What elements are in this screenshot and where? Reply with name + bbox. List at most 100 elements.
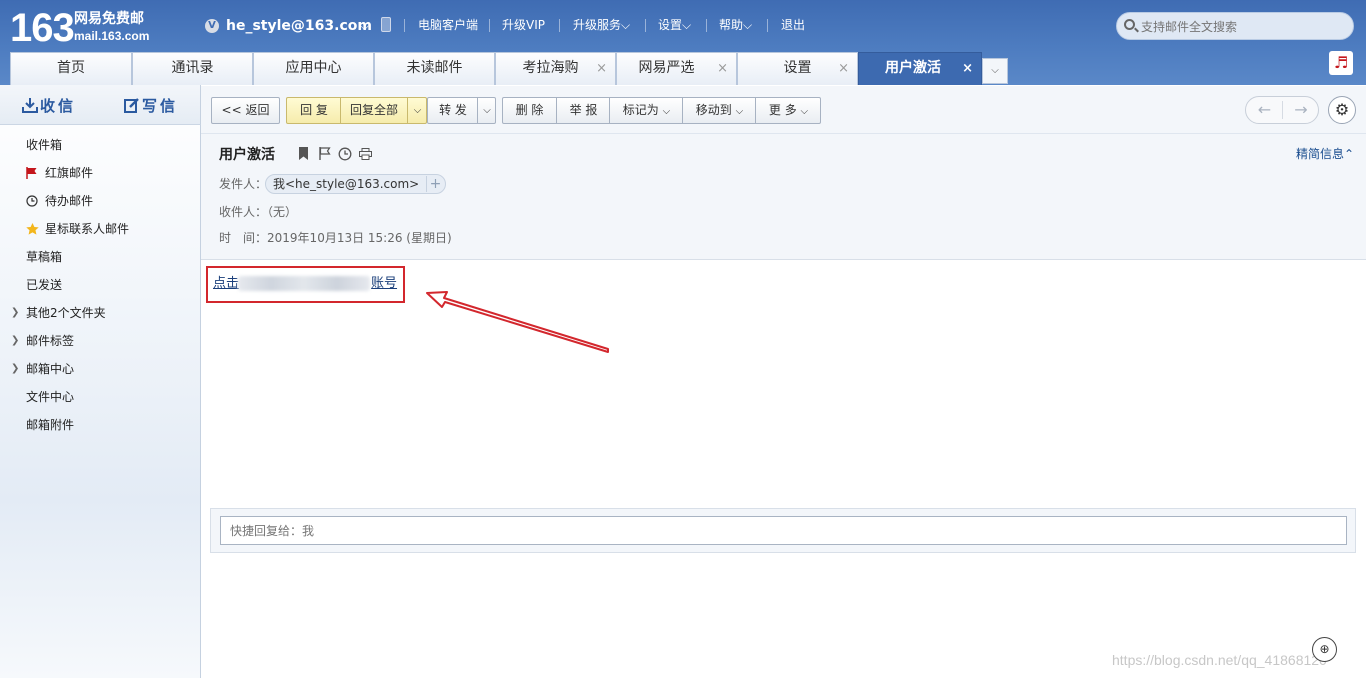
prev-mail-icon[interactable]: ←	[1246, 97, 1283, 123]
clock-icon	[26, 195, 38, 207]
tab-unread[interactable]: 未读邮件	[374, 52, 495, 85]
time-label: 时 间：2019年10月13日 15:26 (星期日)	[219, 230, 452, 246]
search-input[interactable]	[1141, 18, 1341, 36]
reminder-clock-icon[interactable]	[338, 147, 352, 161]
move-to-button[interactable]: 移动到 ⌵	[683, 98, 756, 124]
mail-subject: 用户激活	[219, 147, 275, 163]
account-email[interactable]: he_style@163.com	[226, 17, 372, 35]
sidebar-item-sent[interactable]: 已发送	[0, 271, 200, 299]
music-icon[interactable]: ♬	[1329, 51, 1353, 75]
sidebar-item-other-folders[interactable]: ❯ 其他2个文件夹	[0, 299, 200, 327]
sidebar-item-starred[interactable]: 星标联系人邮件	[0, 215, 200, 243]
sidebar-item-label: 其他2个文件夹	[26, 306, 106, 320]
more-button[interactable]: 更 多 ⌵	[756, 98, 821, 124]
nav-upgrade-service[interactable]: 升级服务⌵	[573, 17, 630, 33]
compact-info-toggle[interactable]: 精简信息⌃	[1296, 146, 1354, 162]
sidebar-item-label: 红旗邮件	[45, 166, 94, 180]
nav-divider	[404, 19, 405, 32]
bookmark-icon[interactable]	[298, 147, 309, 160]
chevron-down-icon: ⌵	[662, 106, 671, 117]
tab-user-activation[interactable]: 用户激活 ×	[858, 52, 982, 85]
tab-overflow-icon[interactable]: ⌵	[982, 58, 1008, 84]
close-icon[interactable]: ×	[962, 53, 973, 84]
sidebar-item-tags[interactable]: ❯ 邮件标签	[0, 327, 200, 355]
mobile-app-icon[interactable]	[381, 17, 391, 32]
red-flag-icon	[26, 167, 37, 179]
sidebar-item-todo[interactable]: 待办邮件	[0, 187, 200, 215]
to-value: （无）	[267, 205, 298, 219]
sidebar-item-label: 邮箱附件	[26, 418, 75, 432]
tab-app-center[interactable]: 应用中心	[253, 52, 374, 85]
sidebar-item-mailbox-center[interactable]: ❯ 邮箱中心	[0, 355, 200, 383]
mail-nav-group: ← →	[1245, 96, 1319, 124]
sidebar-item-drafts[interactable]: 草稿箱	[0, 243, 200, 271]
tab-home[interactable]: 首页	[10, 52, 132, 85]
vip-badge-icon[interactable]: V	[205, 19, 219, 33]
action-button-group: 删 除 举 报 标记为 ⌵ 移动到 ⌵ 更 多 ⌵	[502, 97, 821, 124]
more-label: 更 多	[768, 103, 797, 117]
nav-logout[interactable]: 退出	[781, 17, 805, 33]
flag-icon[interactable]	[319, 147, 331, 160]
close-icon[interactable]: ×	[717, 53, 728, 84]
nav-settings[interactable]: 设置⌵	[658, 17, 691, 33]
tab-label: 网易严选	[638, 60, 695, 76]
chevron-down-icon: ⌵	[800, 106, 809, 117]
sidebar-item-label: 收件箱	[26, 138, 63, 152]
time-label-text: 时 间：	[219, 231, 268, 245]
account-dropdown-icon[interactable]: ⌵	[360, 17, 369, 35]
nav-divider	[559, 19, 560, 32]
reply-button[interactable]: 回 复	[287, 98, 341, 123]
annotation-arrow	[426, 291, 609, 353]
tab-label: 用户激活	[885, 60, 941, 76]
sidebar-item-label: 待办邮件	[45, 194, 94, 208]
sidebar-item-label: 草稿箱	[26, 250, 63, 264]
sidebar-item-flagged[interactable]: 红旗邮件	[0, 159, 200, 187]
sidebar-item-inbox[interactable]: 收件箱	[0, 131, 200, 159]
sidebar-item-attachments[interactable]: 邮箱附件	[0, 411, 200, 439]
delete-button[interactable]: 删 除	[503, 98, 556, 123]
zoom-in-icon[interactable]: ⊕	[1312, 637, 1337, 662]
annotation-highlight-box	[206, 266, 405, 303]
gear-icon[interactable]: ⚙	[1328, 96, 1356, 124]
close-icon[interactable]: ×	[596, 53, 607, 84]
next-mail-icon[interactable]: →	[1283, 97, 1319, 123]
mark-as-button[interactable]: 标记为 ⌵	[610, 98, 683, 124]
sidebar-item-label: 邮箱中心	[26, 362, 75, 376]
tab-yanxuan[interactable]: 网易严选 ×	[616, 52, 737, 85]
forward-button[interactable]: 转 发	[428, 98, 478, 123]
edit-icon	[124, 98, 139, 113]
chevron-down-icon[interactable]: ⌵	[408, 98, 427, 123]
time-value: 2019年10月13日 15:26 (星期日)	[267, 231, 452, 245]
nav-help[interactable]: 帮助⌵	[719, 17, 752, 33]
sidebar-item-label: 星标联系人邮件	[45, 222, 130, 236]
nav-desktop-client[interactable]: 电脑客户端	[418, 17, 478, 33]
to-label-text: 收件人：	[219, 205, 268, 219]
back-button[interactable]: << 返回	[211, 97, 280, 124]
nav-divider	[706, 19, 707, 32]
add-contact-icon[interactable]: +	[426, 176, 444, 192]
nav-upgrade-vip[interactable]: 升级VIP	[502, 17, 545, 33]
nav-divider	[645, 19, 646, 32]
mail-body	[201, 261, 1366, 678]
reply-all-button[interactable]: 回复全部	[341, 98, 407, 123]
compose-label: 写信	[142, 97, 179, 115]
chevron-down-icon: ⌵	[735, 106, 744, 117]
close-icon[interactable]: ×	[838, 53, 849, 84]
chevron-down-icon[interactable]: ⌵	[478, 98, 496, 123]
report-button[interactable]: 举 报	[557, 98, 610, 123]
compose-button[interactable]: 写信	[124, 96, 178, 116]
tab-kaola[interactable]: 考拉海购 ×	[495, 52, 616, 85]
chevron-right-icon: ❯	[11, 335, 20, 346]
sidebar-item-file-center[interactable]: 文件中心	[0, 383, 200, 411]
tab-settings[interactable]: 设置 ×	[737, 52, 858, 85]
logo-163[interactable]: 163	[10, 6, 75, 50]
receive-mail-button[interactable]: 收信	[22, 96, 76, 116]
forward-button-group: 转 发 ⌵	[427, 97, 496, 124]
tab-label: 未读邮件	[406, 60, 463, 76]
watermark-text: https://blog.csdn.net/qq_41868120	[1112, 652, 1327, 668]
print-icon[interactable]	[359, 148, 372, 160]
sender-chip[interactable]: 我<he_style@163.com>	[265, 174, 447, 194]
quick-reply-input[interactable]	[220, 516, 1347, 545]
tab-contacts[interactable]: 通讯录	[132, 52, 253, 85]
to-label: 收件人：（无）	[219, 204, 297, 220]
